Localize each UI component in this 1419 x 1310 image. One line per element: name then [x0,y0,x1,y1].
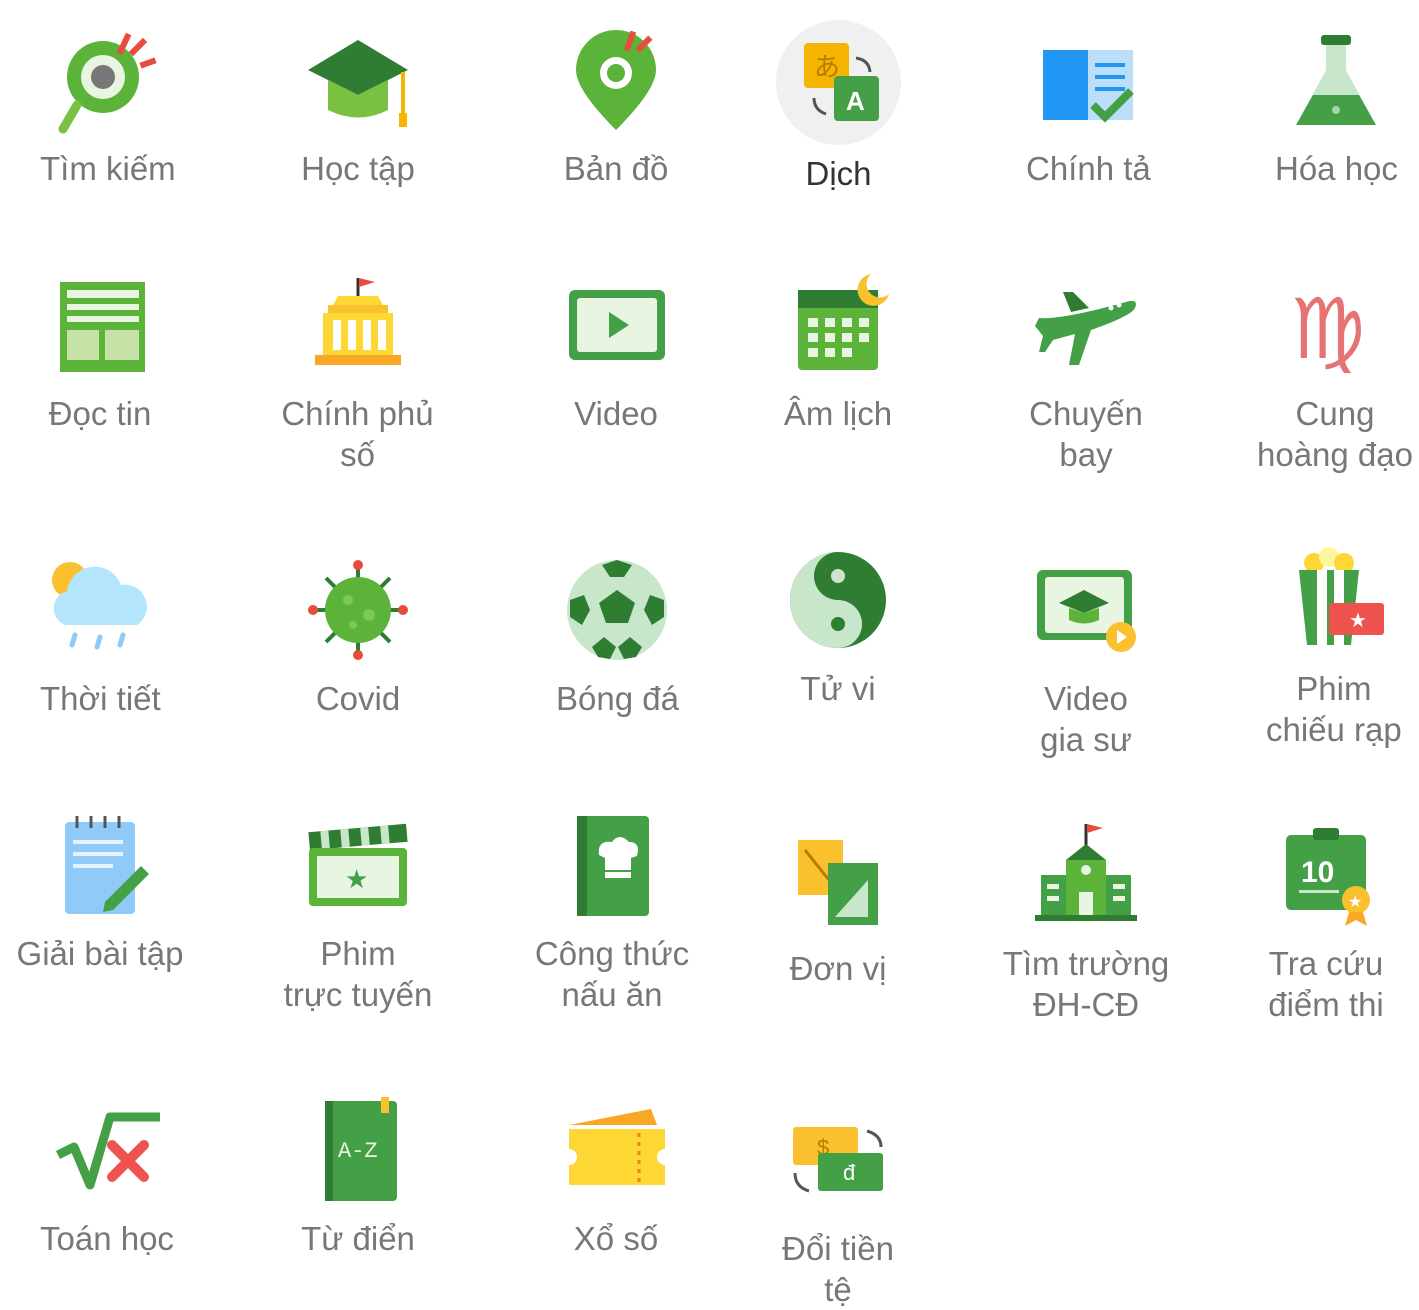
airplane-icon [1026,265,1146,385]
app-tile-thoi-tiet[interactable]: Thời tiết [40,550,161,719]
lunar-calendar-icon [778,265,898,385]
app-tile-toan-hoc[interactable]: Toán học [40,1090,174,1259]
video-tutor-icon [1026,550,1146,670]
government-building-icon [298,265,418,385]
app-label: Từ điển [301,1220,415,1257]
app-label: Hóa học [1275,150,1398,187]
app-label: Bóng đá [556,680,679,717]
app-label: Video gia sư [1040,680,1132,758]
app-label: Chính phủ số [281,395,434,473]
translate-icon: あ A [776,20,901,145]
app-tile-don-vi[interactable]: Đơn vị [778,820,898,989]
lottery-ticket-icon [556,1090,676,1210]
exam-score-icon: 10 ★ [1266,815,1386,935]
app-tile-chinh-ta[interactable]: Chính tả [1026,20,1151,189]
math-sqrt-icon [47,1090,167,1210]
svg-text:A: A [846,86,865,116]
app-label: Tra cứu điểm thi [1268,945,1384,1023]
app-tile-cung-hoang-dao[interactable]: ♍ Cung hoàng đạo [1256,265,1414,475]
app-tile-xo-so[interactable]: Xổ số [556,1090,676,1259]
app-tile-am-lich[interactable]: Âm lịch [778,265,898,434]
graduation-cap-icon [298,20,418,140]
app-label: Đơn vị [789,950,887,987]
app-tile-cong-thuc-nau-an[interactable]: Công thức nấu ăn [532,805,692,1015]
app-label: Xổ số [573,1220,659,1257]
app-tile-tu-dien[interactable]: A-Z Từ điển [298,1090,418,1259]
app-label: Công thức nấu ăn [534,935,690,1013]
app-label: Đổi tiền tệ [782,1230,894,1308]
app-tile-video[interactable]: Video [556,265,676,434]
weather-cloud-icon [40,550,160,670]
svg-text:★: ★ [345,865,368,895]
svg-text:♍: ♍ [1290,280,1365,378]
app-label: Tìm kiếm [40,150,176,187]
soccer-ball-icon [557,550,677,670]
app-tile-chuyen-bay[interactable]: Chuyến bay [998,265,1174,475]
notepad-pencil-icon [40,805,160,925]
app-grid: Tìm kiếm Học tập Bản đồ あ A Dịch Chính t… [0,0,1419,1308]
popcorn-ticket-icon: ★ [1274,540,1394,660]
app-tile-doc-tin[interactable]: Đọc tin [40,265,160,434]
app-tile-tim-truong[interactable]: Tìm trường ĐH-CĐ [998,815,1174,1025]
svg-text:★: ★ [1348,892,1362,911]
app-tile-covid[interactable]: Covid [298,550,418,719]
app-label: Chuyến bay [1029,395,1143,473]
video-play-icon [556,265,676,385]
app-tile-bong-da[interactable]: Bóng đá [556,550,679,719]
app-label: Học tập [301,150,415,187]
app-label: Cung hoàng đạo [1257,395,1413,473]
app-tile-phim-truc-tuyen[interactable]: ★ Phim trực tuyến [278,805,438,1015]
app-label: Giải bài tập [16,935,184,972]
app-tile-hoa-hoc[interactable]: Hóa học [1275,20,1398,189]
app-tile-giai-bai-tap[interactable]: Giải bài tập [12,805,188,974]
map-pin-icon [556,20,676,140]
svg-text:★: ★ [1349,608,1367,632]
newspaper-icon [40,265,160,385]
app-label: Tìm trường ĐH-CĐ [1002,945,1170,1023]
dictionary-az-icon: A-Z [298,1090,418,1210]
app-label: Tử vi [800,670,876,707]
chemistry-flask-icon [1276,20,1396,140]
app-tile-doi-tien-te[interactable]: $ đ Đổi tiền tệ [764,1100,912,1310]
currency-exchange-icon: $ đ [778,1100,898,1220]
app-tile-tim-kiem[interactable]: Tìm kiếm [40,20,176,189]
unit-convert-icon [778,820,898,940]
search-map-icon [48,20,168,140]
app-label: Video [574,395,658,432]
svg-text:10: 10 [1301,856,1334,889]
app-tile-tu-vi[interactable]: Tử vi [778,540,898,709]
app-label: Bản đồ [563,150,669,187]
app-label: Dịch [805,155,872,192]
svg-text:A-Z: A-Z [338,1139,378,1164]
app-label: Âm lịch [783,395,893,432]
yin-yang-icon [778,540,898,660]
app-label: Toán học [40,1220,174,1257]
app-tile-chinh-phu-so[interactable]: Chính phủ số [275,265,440,475]
app-label: Thời tiết [40,680,161,717]
app-label: Chính tả [1026,150,1151,187]
app-tile-ban-do[interactable]: Bản đồ [556,20,676,189]
app-tile-video-gia-su[interactable]: Video gia sư [1026,550,1146,760]
clapperboard-icon: ★ [298,805,418,925]
school-building-icon [1026,815,1146,935]
app-label: Covid [315,680,401,717]
zodiac-virgo-icon: ♍ [1275,265,1395,385]
recipe-book-icon [552,805,672,925]
app-label: Phim chiếu rạp [1266,670,1402,748]
app-tile-tra-cuu-diem-thi[interactable]: 10 ★ Tra cứu điểm thi [1266,815,1386,1025]
app-tile-phim-chieu-rap[interactable]: ★ Phim chiếu rạp [1266,540,1402,750]
spellcheck-book-icon [1028,20,1148,140]
virus-icon [298,550,418,670]
app-label: Phim trực tuyến [283,935,433,1013]
svg-text:đ: đ [843,1160,856,1185]
app-tile-hoc-tap[interactable]: Học tập [298,20,418,189]
app-tile-dich[interactable]: あ A Dịch [776,20,901,194]
app-label: Đọc tin [48,395,152,432]
